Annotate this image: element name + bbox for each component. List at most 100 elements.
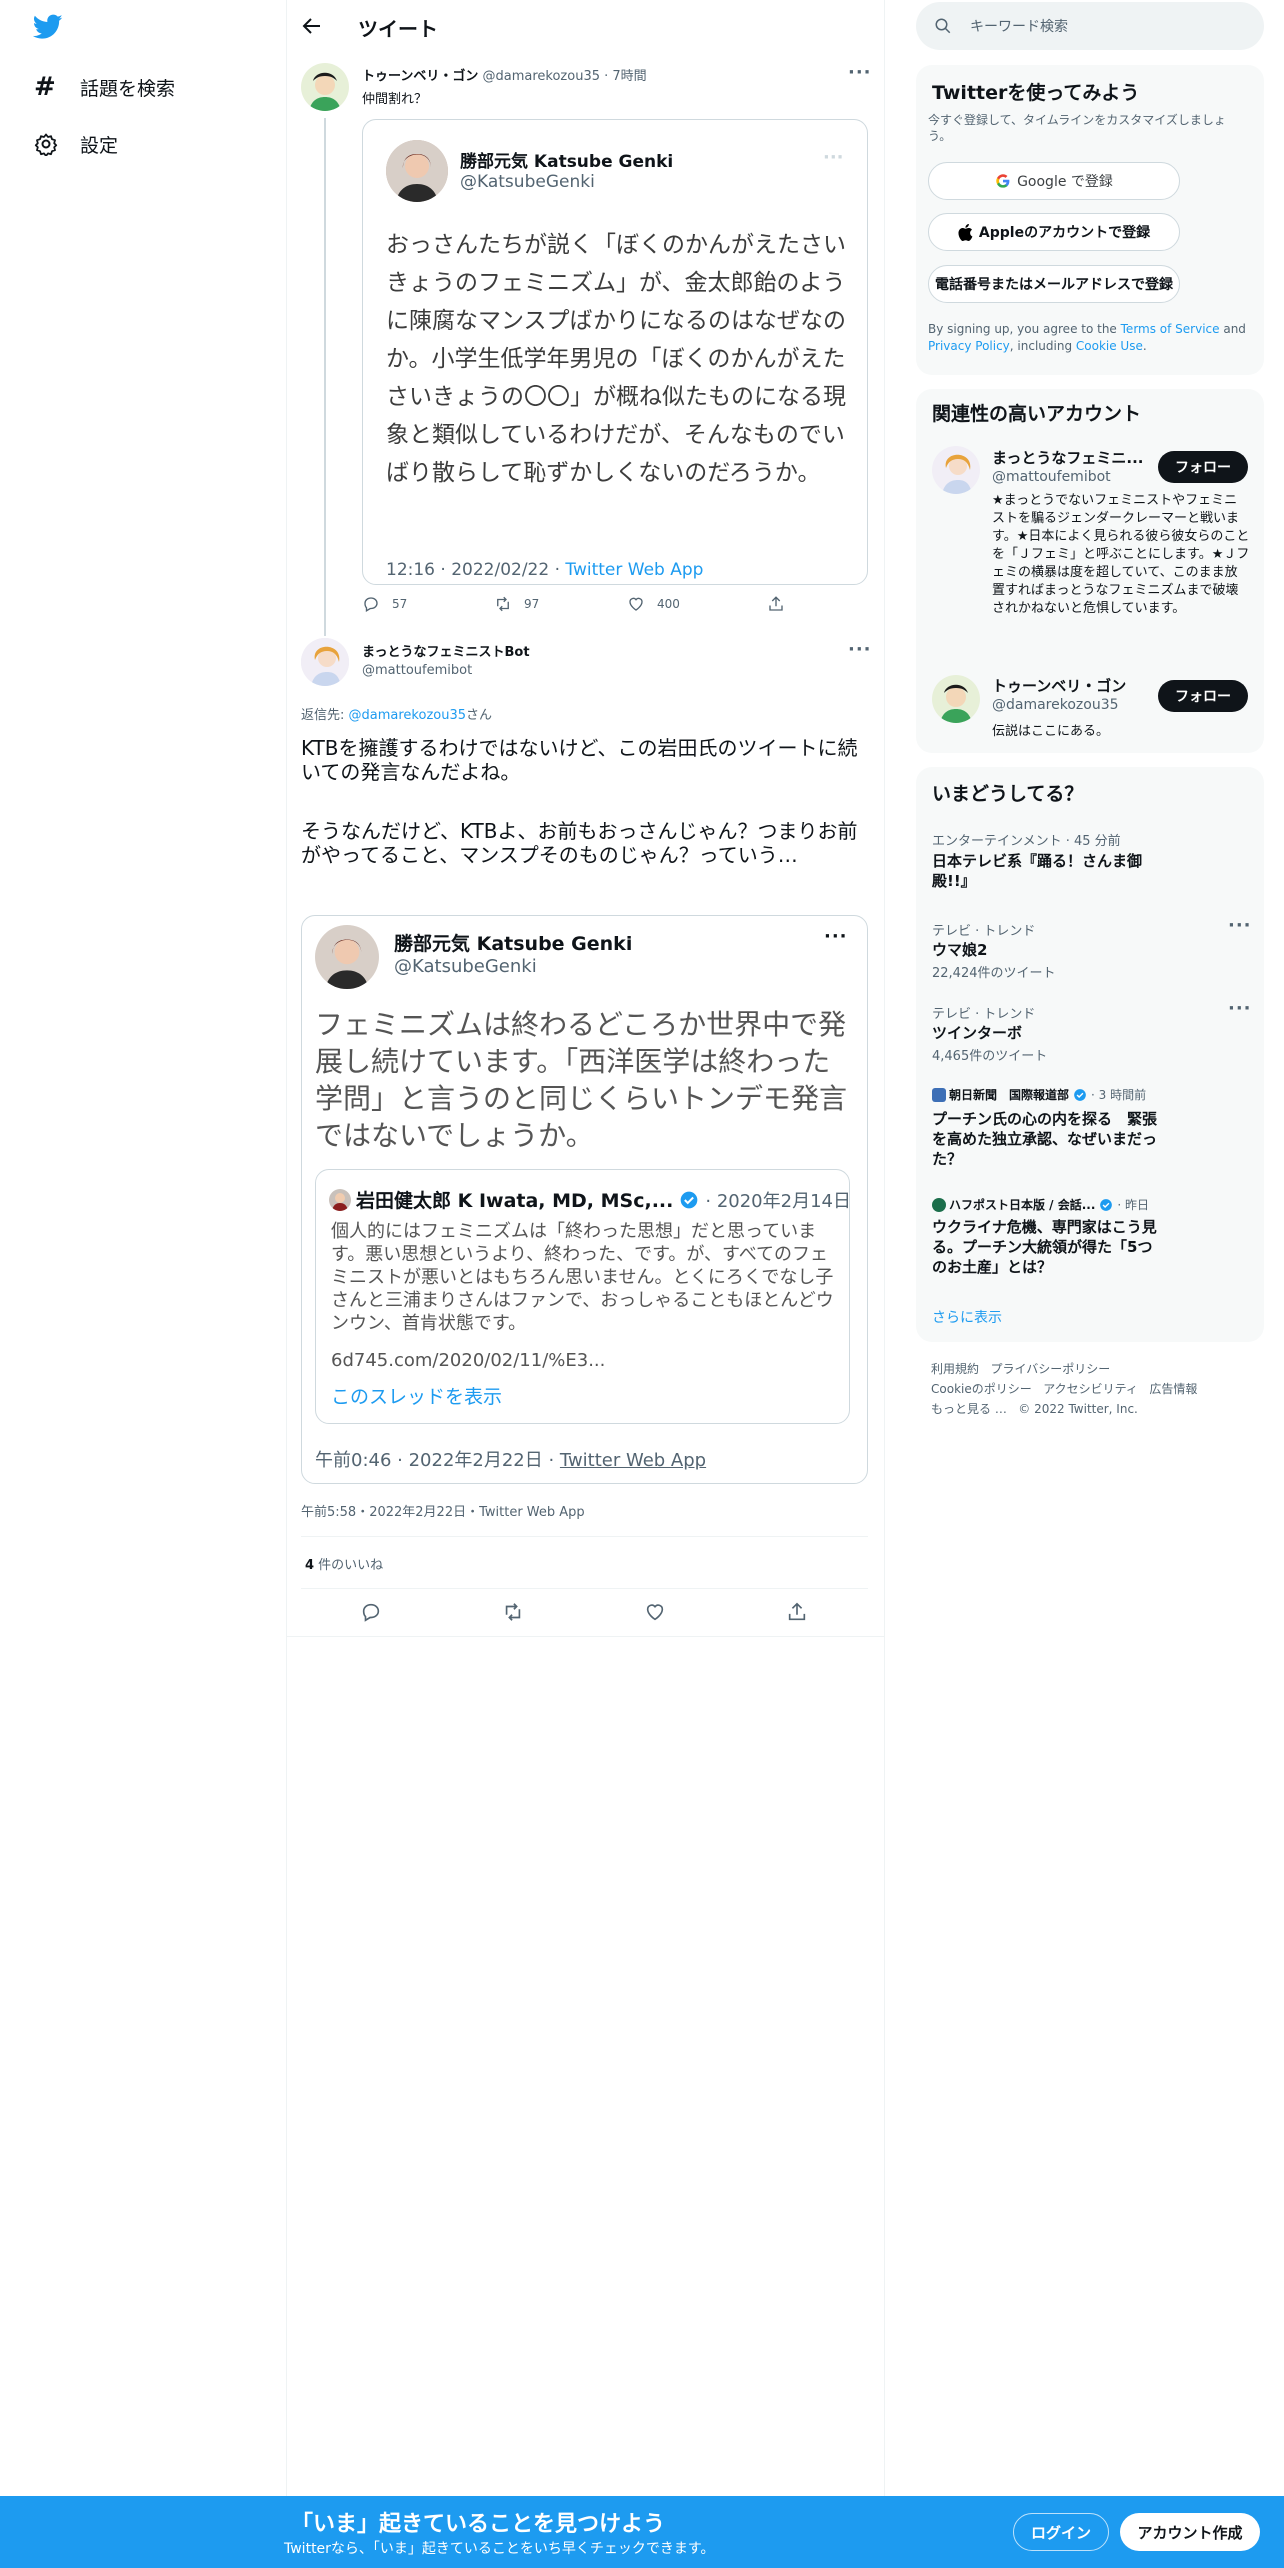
follow-button[interactable]: フォロー bbox=[1158, 451, 1248, 483]
follow-button[interactable]: フォロー bbox=[1158, 680, 1248, 712]
quoted-author-name-2[interactable]: 勝部元気 Katsube Genki bbox=[394, 929, 632, 956]
trend-more-icon[interactable]: ··· bbox=[1228, 915, 1252, 936]
phone-signup-button[interactable]: 電話番号またはメールアドレスで登録 bbox=[928, 265, 1180, 303]
news-logo-icon bbox=[932, 1197, 946, 1212]
inner-header: 岩田健太郎 K Iwata, MD, MSc,... · 2020年2月14日 bbox=[329, 1186, 851, 1213]
gear-icon bbox=[34, 132, 64, 156]
apple-signup-button[interactable]: Appleのアカウントで登録 bbox=[928, 213, 1180, 251]
footer-link[interactable]: アクセシビリティ bbox=[1043, 1382, 1138, 1396]
source-link[interactable]: Twitter Web App bbox=[565, 560, 703, 580]
inner-quoted-tweet[interactable]: 岩田健太郎 K Iwata, MD, MSc,... · 2020年2月14日 … bbox=[315, 1169, 851, 1424]
banner-title: 「いま」起きていることを見つけよう bbox=[291, 2512, 666, 2537]
footer-link[interactable]: 利用規約 bbox=[931, 1362, 979, 1376]
phone-signup-label: 電話番号またはメールアドレスで登録 bbox=[935, 277, 1173, 293]
thread-line bbox=[324, 118, 326, 636]
page-title: ツイート bbox=[358, 17, 438, 41]
footer-link[interactable]: 広告情報 bbox=[1149, 1382, 1197, 1396]
apple-signup-label: Appleのアカウントで登録 bbox=[978, 225, 1151, 241]
hashtag-icon: # bbox=[34, 72, 56, 102]
account-handle[interactable]: @damarekozou35 bbox=[992, 697, 1119, 713]
like-count: 400 bbox=[657, 597, 680, 611]
quoted-text: おっさんたちが説く「ぼくのかんがえたさいきょうのフェミニズム」が、金太郎飴のよう… bbox=[386, 232, 846, 486]
main-more-icon[interactable]: ··· bbox=[848, 639, 872, 660]
inner-author-name[interactable]: 岩田健太郎 K Iwata, MD, MSc,... bbox=[356, 1186, 673, 1213]
trend-name[interactable]: ツインターボ bbox=[932, 1023, 1022, 1043]
share-icon[interactable] bbox=[767, 595, 785, 613]
nav-item-settings[interactable]: 設定 bbox=[34, 127, 118, 161]
tweet-time[interactable]: · 7時間 bbox=[604, 69, 647, 84]
google-signup-button[interactable]: Google で登録 bbox=[928, 162, 1180, 200]
back-arrow-icon[interactable] bbox=[300, 14, 324, 38]
main-share-icon[interactable] bbox=[786, 1601, 808, 1623]
search-input[interactable]: キーワード検索 bbox=[916, 2, 1264, 50]
quoted-more-icon[interactable]: ··· bbox=[823, 147, 844, 168]
tweet-text: 仲間割れ？ bbox=[362, 92, 428, 107]
reply-context: 返信先: @damarekozou35さん bbox=[301, 708, 493, 723]
divider bbox=[301, 1536, 868, 1537]
login-button[interactable]: ログイン bbox=[1013, 2513, 1109, 2551]
quoted-avatar-2[interactable] bbox=[315, 925, 379, 989]
main-reply-icon[interactable] bbox=[360, 1601, 382, 1623]
account-name[interactable]: トゥーンベリ・ゴン bbox=[992, 675, 1126, 696]
terms-link[interactable]: Terms of Service bbox=[1121, 322, 1220, 336]
avatar[interactable] bbox=[301, 63, 349, 111]
search-placeholder: キーワード検索 bbox=[970, 19, 1068, 35]
more-icon[interactable]: ··· bbox=[848, 62, 872, 83]
main-author-name[interactable]: まっとうなフェミニストBot bbox=[362, 641, 530, 660]
retweet-icon bbox=[494, 595, 512, 613]
trends-title: いまどうしてる？ bbox=[932, 783, 1084, 805]
footer-link[interactable]: Cookieのポリシー bbox=[931, 1382, 1032, 1396]
quoted-author-handle[interactable]: @KatsubeGenki bbox=[460, 172, 595, 192]
main-timestamp[interactable]: 午前5:58・2022年2月22日・Twitter Web App bbox=[301, 1501, 585, 1520]
likes-stat[interactable]: 4 件のいいね bbox=[305, 1554, 383, 1573]
signup-button[interactable]: アカウント作成 bbox=[1120, 2513, 1260, 2551]
nav-item-explore[interactable]: # 話題を検索 bbox=[34, 70, 175, 104]
trend-category: テレビ · トレンド bbox=[932, 924, 1036, 939]
bottom-banner: 「いま」起きていることを見つけよう Twitterなら、「いま」起きていることを… bbox=[0, 2496, 1284, 2568]
trend-name[interactable]: ウマ娘2 bbox=[932, 940, 987, 960]
footer-link[interactable]: プライバシーポリシー bbox=[990, 1362, 1110, 1376]
quoted-tweet[interactable]: 勝部元気 Katsube Genki @KatsubeGenki ··· おっさ… bbox=[362, 119, 868, 585]
cookie-link[interactable]: Cookie Use bbox=[1076, 339, 1143, 353]
nav-item-explore-label: 話題を検索 bbox=[80, 77, 176, 100]
reply-button[interactable]: 57 bbox=[362, 595, 407, 613]
tweet-header: トゥーンベリ・ゴン @damarekozou35 · 7時間 bbox=[362, 65, 647, 84]
quoted-tweet-2[interactable]: 勝部元気 Katsube Genki @KatsubeGenki ··· フェミ… bbox=[301, 915, 868, 1484]
verified-icon bbox=[1099, 1198, 1113, 1212]
like-icon bbox=[627, 595, 645, 613]
account-avatar[interactable] bbox=[932, 675, 980, 723]
show-more-link[interactable]: さらに表示 bbox=[932, 1307, 1002, 1327]
twitter-logo-icon[interactable] bbox=[33, 14, 63, 40]
quoted-time: 12:16 · 2022/02/22 · Twitter Web App bbox=[386, 560, 704, 580]
account-handle[interactable]: @mattoufemibot bbox=[992, 469, 1111, 485]
inner-date: · 2020年2月14日 bbox=[705, 1190, 851, 1212]
footer-link[interactable]: もっと見る … bbox=[931, 1402, 1007, 1416]
account-name[interactable]: まっとうなフェミニ... bbox=[992, 447, 1144, 468]
nav-item-settings-label: 設定 bbox=[80, 134, 119, 157]
source-link-2[interactable]: Twitter Web App bbox=[560, 1450, 706, 1471]
quoted-author-handle-2[interactable]: @KatsubeGenki bbox=[394, 956, 537, 977]
trend-name[interactable]: 日本テレビ系『踊る！さんま御殿!!』 bbox=[932, 851, 1162, 891]
show-thread-link[interactable]: このスレッドを表示 bbox=[331, 1382, 502, 1409]
main-like-icon[interactable] bbox=[644, 1601, 666, 1623]
retweet-button[interactable]: 97 bbox=[494, 595, 539, 613]
main-author-handle[interactable]: @mattoufemibot bbox=[362, 663, 472, 678]
like-button[interactable]: 400 bbox=[627, 595, 680, 613]
author-handle[interactable]: @damarekozou35 bbox=[483, 69, 600, 84]
main-avatar[interactable] bbox=[301, 638, 349, 686]
main-retweet-icon[interactable] bbox=[502, 1601, 524, 1623]
banner-subtitle: Twitterなら、「いま」起きていることをいち早くチェックできます。 bbox=[284, 2541, 715, 2557]
divider bbox=[286, 1636, 885, 1637]
quoted-avatar[interactable] bbox=[386, 140, 448, 202]
privacy-link[interactable]: Privacy Policy bbox=[928, 339, 1010, 353]
news-headline[interactable]: ウクライナ危機、専門家はこう見る。プーチン大統領が得た「5つのお土産」とは？ bbox=[932, 1217, 1164, 1277]
quoted-more-icon-2[interactable]: ··· bbox=[824, 926, 848, 947]
google-icon bbox=[995, 173, 1011, 189]
account-avatar[interactable] bbox=[932, 446, 980, 494]
trend-more-icon[interactable]: ··· bbox=[1228, 998, 1252, 1019]
quoted-author-name[interactable]: 勝部元気 Katsube Genki bbox=[460, 147, 673, 172]
reply-to-link[interactable]: @damarekozou35 bbox=[349, 708, 466, 723]
author-name[interactable]: トゥーンベリ・ゴン bbox=[362, 69, 478, 84]
inner-link[interactable]: 6d745.com/2020/02/11/%E3... bbox=[331, 1350, 605, 1371]
news-headline[interactable]: プーチン氏の心の内を探る 緊張を高めた独立承認、なぜいまだった？ bbox=[932, 1109, 1164, 1169]
